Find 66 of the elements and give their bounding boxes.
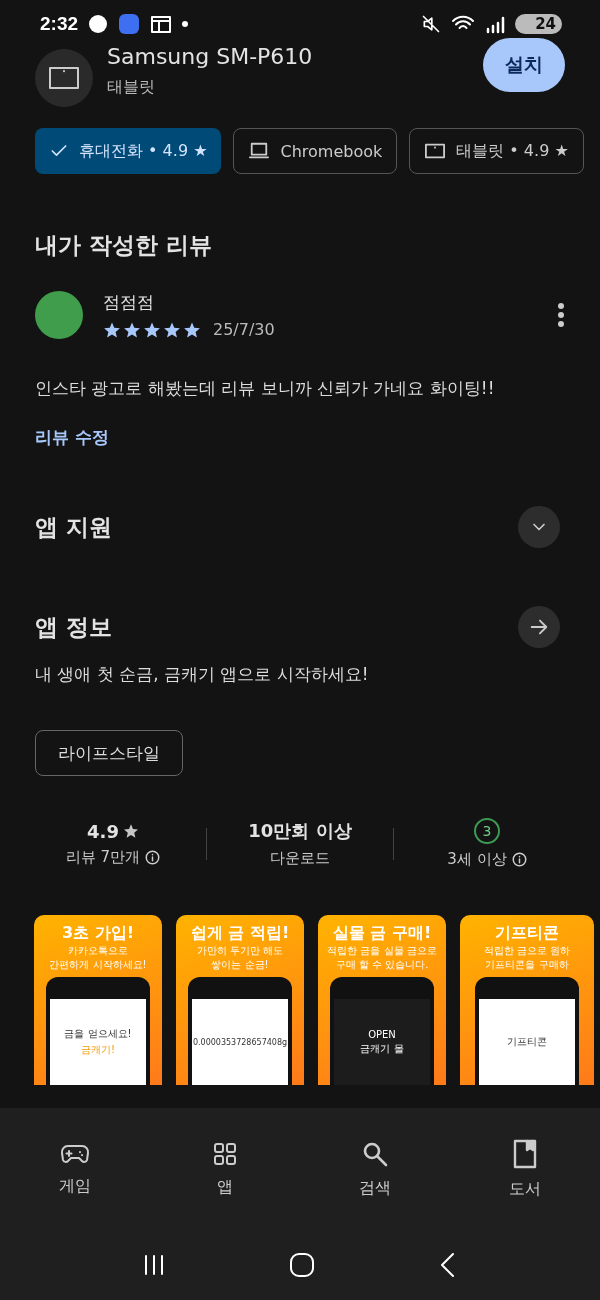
screenshot-title: 3초 가입! (62, 923, 134, 944)
signal-icon (485, 14, 506, 34)
tablet-icon (48, 65, 80, 91)
screen-text: 금캐기 몰 (360, 1041, 404, 1056)
battery-indicator: 24 (515, 14, 562, 34)
app-screenshot[interactable]: 쉽게 금 적립! 가만히 두기만 해도 쌓이는 순금! 0.0000353728657408g (176, 915, 304, 1085)
section-heading: 앱 정보 (35, 612, 112, 642)
age-rating-badge: 3 (474, 818, 500, 844)
dot-icon (182, 21, 189, 27)
nav-tab[interactable]: 도서 (450, 1137, 600, 1201)
calendar-icon (150, 14, 173, 34)
category-chip[interactable]: 라이프스타일 (35, 730, 183, 776)
book-icon (512, 1138, 538, 1169)
rating-value: 4.9 (87, 820, 139, 842)
stat-value: 10만회 이상 (248, 819, 352, 843)
screenshot-caption: 적립한 금을 실물 금으로 (327, 944, 437, 958)
screenshot-caption: 카카오톡으로 (68, 944, 128, 958)
tablet-icon (424, 141, 447, 161)
screenshot-caption: 기프티콘을 구매하 (485, 957, 569, 971)
device-filter-chip[interactable]: 휴대전화 • 4.9 ★ (35, 128, 222, 174)
laptop-icon (248, 141, 271, 161)
device-name: Samsung SM-P610 (107, 44, 314, 69)
review-text: 인스타 광고로 해봤는데 리뷰 보니까 신뢰가 가네요 화이팅!! (35, 377, 496, 400)
screenshot-caption: 가만히 두기만 해도 (196, 944, 284, 958)
screenshot-caption: 적립한 금으로 원하 (483, 944, 571, 958)
screenshot-title: 실물 금 구매! (332, 923, 432, 944)
reviewer-name: 점점점 (103, 291, 155, 314)
screen-text: 0.0000353728657408g (192, 1037, 288, 1047)
app-screenshot[interactable]: 기프티콘 적립한 금으로 원하 기프티콘을 구매하 기프티콘 (460, 915, 594, 1085)
info-icon (511, 852, 527, 867)
review-date: 25/7/30 (213, 320, 275, 339)
install-button[interactable]: 설치 (483, 38, 565, 92)
edit-review-link[interactable]: 리뷰 수정 (35, 426, 109, 449)
apps-grid-icon (212, 1140, 238, 1167)
app-description: 내 생애 첫 순금, 금캐기 앱으로 시작하세요! (35, 663, 370, 686)
arrow-button[interactable] (518, 606, 560, 648)
screenshot-caption: 구매 할 수 있습니다. (335, 957, 429, 971)
star-icon (122, 823, 139, 839)
stat-label: 리뷰 7만개 (65, 847, 161, 867)
screen-text: 금을 얻으세요! (64, 1027, 132, 1041)
screenshot-caption: 쌓이는 순금! (211, 957, 269, 971)
nav-tab[interactable]: 게임 (0, 1140, 150, 1198)
section-heading: 내가 작성한 리뷰 (35, 231, 213, 260)
device-filter-chip[interactable]: 태블릿 • 4.9 ★ (409, 128, 584, 174)
section-heading: 앱 지원 (35, 512, 112, 542)
nav-tab[interactable]: 검색 (300, 1138, 450, 1200)
nav-tab[interactable]: 앱 (150, 1139, 300, 1199)
app-screenshot[interactable]: 3초 가입! 카카오톡으로 간편하게 시작하세요! 금을 얻으세요! 금캐기! (34, 915, 162, 1085)
app-screenshot[interactable]: 실물 금 구매! 적립한 금을 실물 금으로 구매 할 수 있습니다. OPEN 금캐기 몰 (318, 915, 446, 1085)
device-type: 태블릿 (107, 77, 156, 98)
mute-icon (421, 14, 442, 34)
screenshot-caption: 간편하게 시작하세요! (49, 957, 147, 971)
avatar (35, 291, 83, 339)
stat-label: 다운로드 (270, 849, 330, 868)
device-filter-chip[interactable]: Chromebook (233, 128, 398, 174)
info-icon (145, 849, 161, 865)
screen-text: 기프티콘 (507, 1035, 547, 1049)
screen-text: 금캐기! (81, 1043, 115, 1057)
home-icon (289, 1252, 315, 1278)
more-vertical-icon (557, 302, 565, 328)
app-badge-icon (118, 13, 141, 35)
screenshot-title: 쉽게 금 적립! (190, 923, 290, 944)
status-time: 2:32 (40, 13, 79, 35)
screenshot-title: 기프티콘 (495, 923, 559, 944)
stat-label: 3세 이상 (447, 850, 527, 869)
screen-text: OPEN (368, 1028, 396, 1040)
